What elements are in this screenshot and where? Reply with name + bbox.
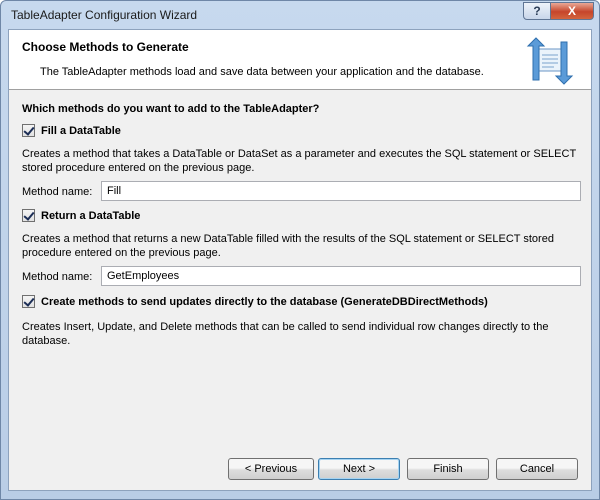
title-bar[interactable]: TableAdapter Configuration Wizard ? X xyxy=(1,1,599,29)
wizard-arrows-icon xyxy=(526,37,574,85)
return-datatable-description: Creates a method that returns a new Data… xyxy=(22,233,554,259)
direct-methods-checkbox[interactable] xyxy=(22,295,35,308)
window-title: TableAdapter Configuration Wizard xyxy=(11,8,198,22)
direct-methods-description: Creates Insert, Update, and Delete metho… xyxy=(22,321,549,347)
wizard-window: TableAdapter Configuration Wizard ? X Ch… xyxy=(0,0,600,500)
wizard-header: Choose Methods to Generate The TableAdap… xyxy=(9,30,591,90)
previous-button[interactable]: < Previous xyxy=(228,458,314,480)
cancel-button[interactable]: Cancel xyxy=(496,458,578,480)
methods-question: Which methods do you want to add to the … xyxy=(22,103,320,115)
return-datatable-checkbox[interactable] xyxy=(22,209,35,222)
page-description: The TableAdapter methods load and save d… xyxy=(40,66,484,78)
return-method-name-input[interactable]: GetEmployees xyxy=(101,266,581,286)
fill-datatable-option[interactable]: Fill a DataTable xyxy=(22,124,121,137)
return-method-name-label: Method name: xyxy=(22,271,93,283)
help-button[interactable]: ? xyxy=(523,2,551,20)
fill-method-name-input[interactable]: Fill xyxy=(101,181,581,201)
fill-method-name-label: Method name: xyxy=(22,186,93,198)
fill-datatable-checkbox[interactable] xyxy=(22,124,35,137)
wizard-client-area: Choose Methods to Generate The TableAdap… xyxy=(8,29,592,491)
direct-methods-option[interactable]: Create methods to send updates directly … xyxy=(22,295,488,308)
finish-button[interactable]: Finish xyxy=(407,458,489,480)
fill-datatable-label: Fill a DataTable xyxy=(41,124,121,137)
page-title: Choose Methods to Generate xyxy=(22,40,189,54)
close-button[interactable]: X xyxy=(550,2,594,20)
help-icon: ? xyxy=(533,4,541,18)
close-icon: X xyxy=(567,4,576,18)
direct-methods-label: Create methods to send updates directly … xyxy=(41,295,488,308)
return-datatable-label: Return a DataTable xyxy=(41,209,141,222)
fill-datatable-description: Creates a method that takes a DataTable … xyxy=(22,148,576,174)
next-button[interactable]: Next > xyxy=(318,458,400,480)
return-datatable-option[interactable]: Return a DataTable xyxy=(22,209,140,222)
wizard-footer: < Previous Next > Finish Cancel xyxy=(9,448,591,490)
